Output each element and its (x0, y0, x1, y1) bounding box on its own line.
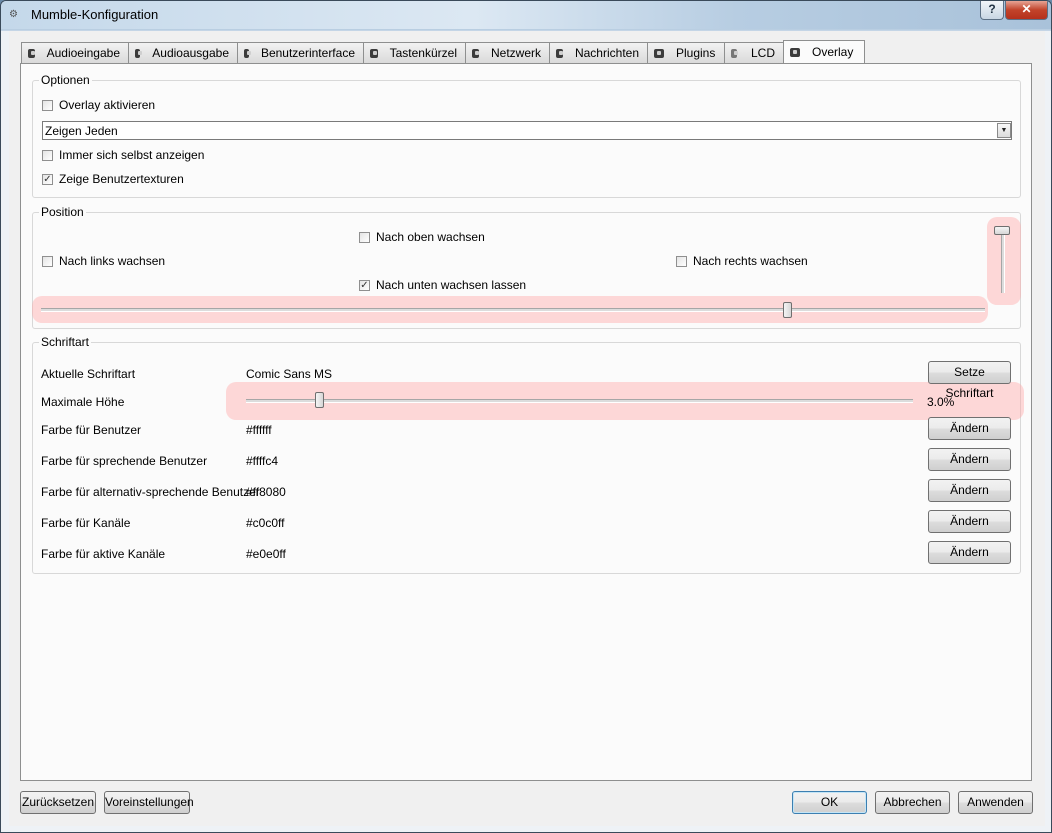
color-active-channels-label: Farbe für aktive Kanäle (41, 547, 166, 561)
tab-label: Overlay (812, 45, 854, 59)
color-users-label: Farbe für Benutzer (41, 423, 142, 437)
vertical-position-slider-handle[interactable] (994, 225, 1010, 235)
tab-label: Tastenkürzel (389, 46, 457, 60)
options-group-title: Optionen (39, 73, 92, 87)
defaults-button[interactable]: Voreinstellungen (104, 791, 194, 814)
dialog-client-area: Audioeingabe Audioausgabe Benutzerinterf… (9, 31, 1045, 826)
tab-user-interface[interactable]: Benutzerinterface (237, 42, 364, 63)
help-button[interactable]: ? (980, 1, 1004, 20)
change-color-users-button[interactable]: Ändern (928, 417, 1011, 440)
tab-label: Audioeingabe (46, 46, 120, 60)
tab-label: Benutzerinterface (260, 46, 355, 60)
color-alt-talking-label: Farbe für alternativ-sprechende Benutzer (41, 485, 260, 499)
color-alt-talking-value: #ff8080 (246, 485, 286, 499)
reset-button[interactable]: Zurücksetzen (20, 791, 96, 814)
checkbox-label: Nach links wachsen (59, 254, 166, 268)
font-group-title: Schriftart (39, 335, 92, 349)
color-talking-label: Farbe für sprechende Benutzer (41, 454, 208, 468)
current-font-label: Aktuelle Schriftart (41, 367, 136, 381)
checkbox-label: Nach oben wachsen (376, 230, 485, 244)
enable-overlay-checkbox[interactable]: Overlay aktivieren (42, 98, 155, 112)
user-textures-checkbox[interactable]: ✓ Zeige Benutzertexturen (42, 172, 184, 186)
checkbox-label: Overlay aktivieren (59, 98, 156, 112)
checkbox-box (676, 255, 687, 267)
color-talking-value: #ffffc4 (246, 454, 279, 468)
apply-button[interactable]: Anwenden (958, 791, 1033, 814)
checkbox-label: Zeige Benutzertexturen (59, 172, 184, 186)
grow-right-checkbox[interactable]: Nach rechts wachsen (676, 254, 808, 268)
position-group-title: Position (39, 205, 86, 219)
grow-up-checkbox[interactable]: Nach oben wachsen (359, 230, 485, 244)
checkbox-box (42, 149, 53, 161)
change-color-active-channels-button[interactable]: Ändern (928, 541, 1011, 564)
tab-label: Plugins (676, 46, 716, 60)
max-height-slider[interactable] (246, 399, 913, 403)
keyboard-icon (370, 48, 378, 58)
tab-network[interactable]: Netzwerk (465, 42, 550, 63)
options-group: Optionen Overlay aktivieren Zeigen Jeden… (32, 73, 1021, 198)
tab-plugins[interactable]: Plugins (647, 42, 725, 63)
overlay-icon (790, 47, 800, 57)
color-users-value: #ffffff (246, 423, 272, 437)
overlay-panel: Optionen Overlay aktivieren Zeigen Jeden… (20, 63, 1032, 781)
change-color-channels-button[interactable]: Ändern (928, 510, 1011, 533)
vertical-position-slider[interactable] (1001, 227, 1005, 293)
network-icon (472, 48, 479, 58)
color-channels-value: #c0c0ff (246, 516, 285, 530)
tab-label: LCD (750, 46, 775, 60)
tab-audio-output[interactable]: Audioausgabe (128, 42, 238, 63)
color-active-channels-value: #e0e0ff (246, 547, 286, 561)
lcd-icon (731, 48, 738, 58)
font-group: Schriftart Aktuelle Schriftart Comic San… (32, 335, 1024, 574)
checkbox-box (359, 231, 370, 243)
checkbox-box: ✓ (359, 279, 370, 291)
tab-messages[interactable]: Nachrichten (549, 42, 648, 63)
tab-audio-input[interactable]: Audioeingabe (21, 42, 129, 63)
config-window: ⚙ Mumble-Konfiguration ? ✕ Audioeingabe … (0, 0, 1052, 833)
show-mode-select[interactable]: Zeigen Jeden ▼ (42, 121, 1012, 140)
title-bar[interactable]: ⚙ Mumble-Konfiguration ? ✕ (1, 1, 1051, 29)
color-channels-label: Farbe für Kanäle (41, 516, 131, 530)
tab-lcd[interactable]: LCD (724, 42, 784, 63)
change-color-talking-button[interactable]: Ändern (928, 448, 1011, 471)
close-button[interactable]: ✕ (1005, 1, 1048, 20)
checkbox-box (42, 255, 53, 267)
mumble-app-icon: ⚙ (9, 9, 18, 20)
current-font-value: Comic Sans MS (246, 367, 333, 381)
plugin-icon (654, 48, 664, 58)
checkbox-label: Nach rechts wachsen (693, 254, 808, 268)
grow-down-checkbox[interactable]: ✓ Nach unten wachsen lassen (359, 278, 526, 292)
position-group: Position Nach oben wachsen Nach links wa… (32, 205, 1021, 329)
interface-icon (244, 48, 251, 58)
chevron-down-icon[interactable]: ▼ (997, 123, 1011, 138)
checkbox-box (42, 99, 53, 111)
max-height-label: Maximale Höhe (41, 395, 125, 409)
checkbox-label: Immer sich selbst anzeigen (59, 148, 205, 162)
ok-button[interactable]: OK (792, 791, 867, 814)
tab-label: Netzwerk (490, 46, 541, 60)
checkbox-label: Nach unten wachsen lassen (376, 278, 527, 292)
checkbox-box: ✓ (42, 173, 53, 185)
tab-label: Nachrichten (574, 46, 639, 60)
speaker-icon (135, 48, 143, 58)
tab-label: Audioausgabe (152, 46, 229, 60)
message-icon (556, 48, 563, 58)
tab-overlay[interactable]: Overlay (783, 40, 865, 63)
horizontal-position-slider[interactable] (41, 308, 985, 312)
change-color-alt-talking-button[interactable]: Ändern (928, 479, 1011, 502)
max-height-slider-handle[interactable] (315, 392, 325, 408)
max-height-value: 3.0% (927, 395, 955, 409)
cancel-button[interactable]: Abbrechen (875, 791, 950, 814)
set-font-button[interactable]: Setze Schriftart (928, 361, 1011, 400)
window-title: Mumble-Konfiguration (31, 7, 159, 22)
select-value: Zeigen Jeden (45, 123, 118, 138)
microphone-icon (28, 48, 35, 58)
always-show-self-checkbox[interactable]: Immer sich selbst anzeigen (42, 148, 204, 162)
tab-bar: Audioeingabe Audioausgabe Benutzerinterf… (21, 40, 865, 63)
grow-left-checkbox[interactable]: Nach links wachsen (42, 254, 165, 268)
horizontal-position-slider-handle[interactable] (782, 302, 792, 318)
tab-shortcuts[interactable]: Tastenkürzel (363, 42, 466, 63)
